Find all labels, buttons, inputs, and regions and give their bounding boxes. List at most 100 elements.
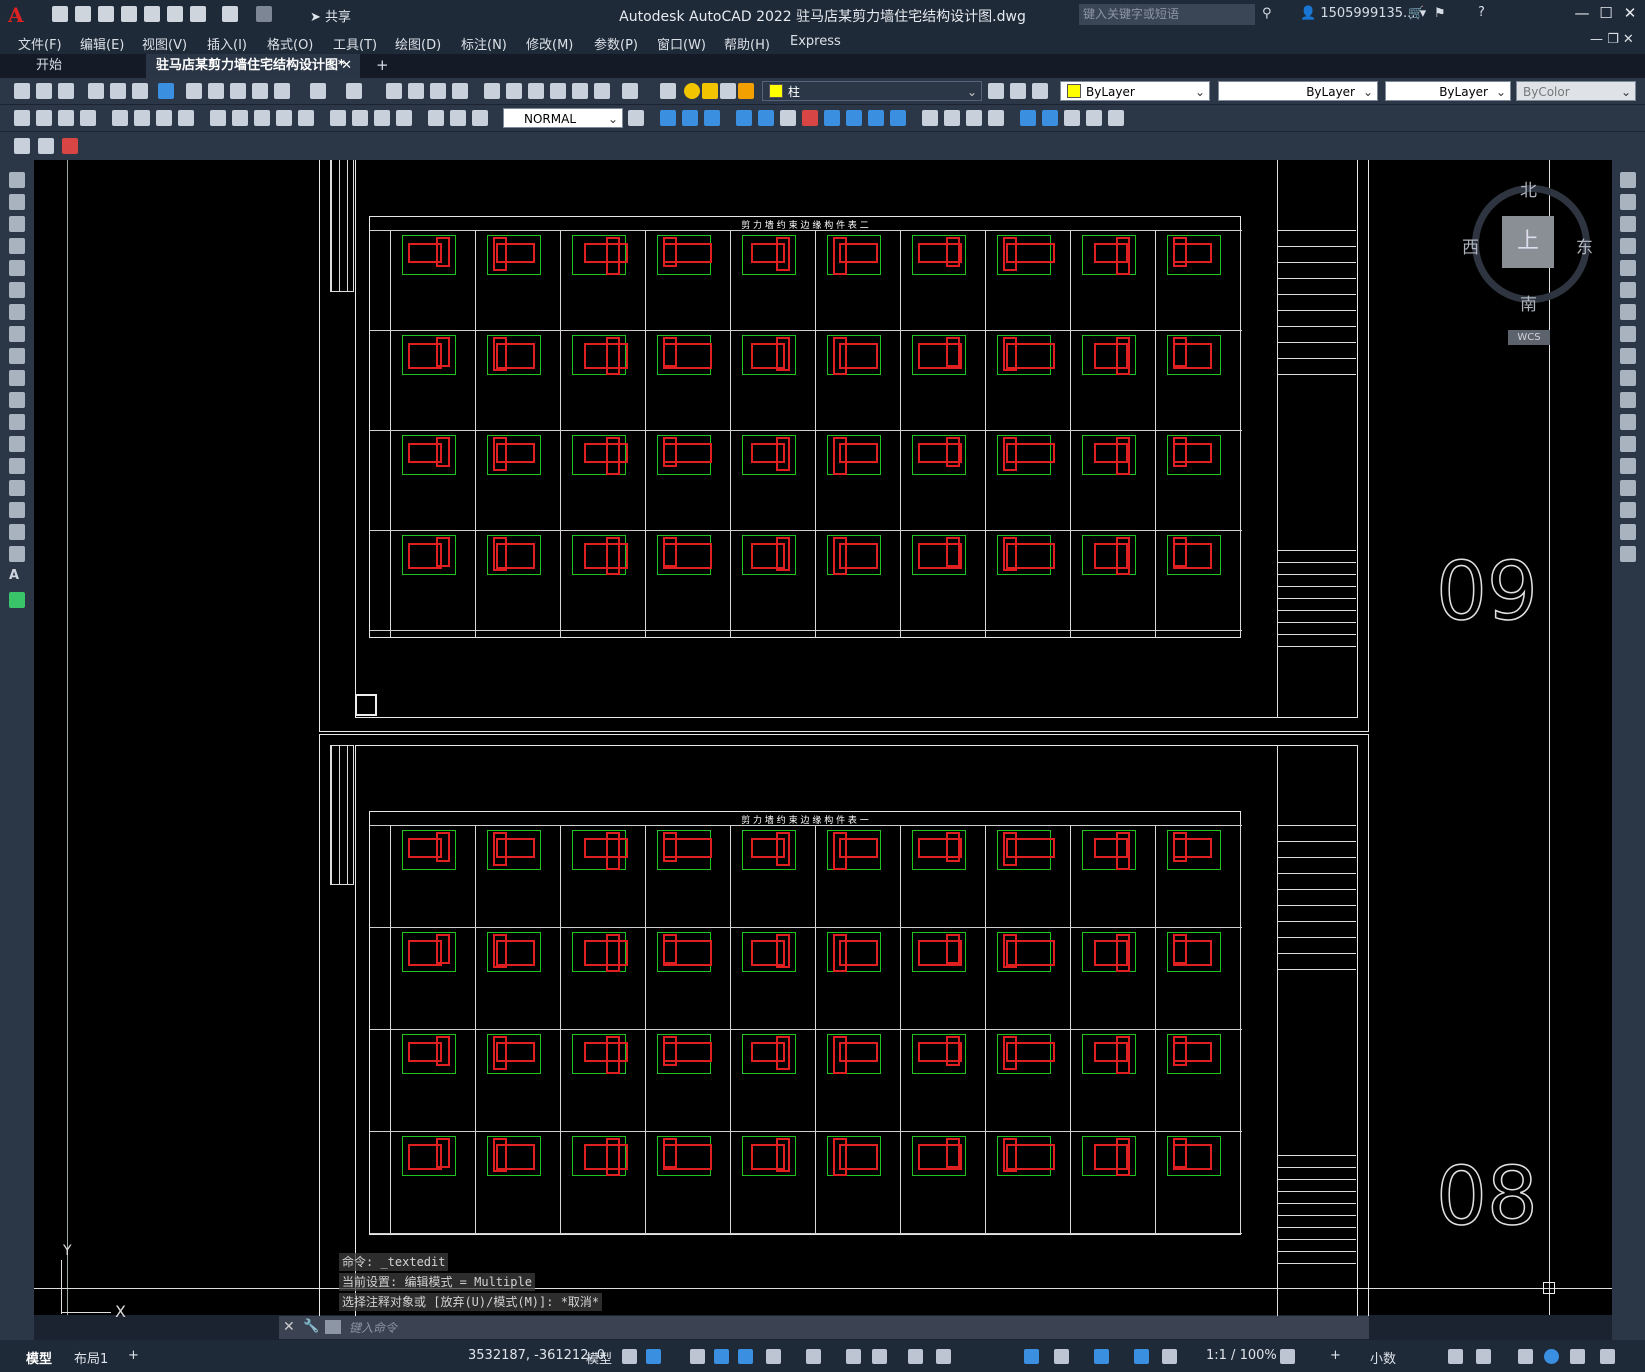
coordinates-readout[interactable]: 3532187, -361212, 0 bbox=[468, 1348, 605, 1363]
delete-faces-icon[interactable] bbox=[802, 110, 818, 126]
transparency-icon[interactable] bbox=[908, 1349, 923, 1364]
layer-on-icon[interactable] bbox=[684, 83, 700, 99]
ellipse-icon[interactable] bbox=[9, 370, 25, 386]
separate-icon[interactable] bbox=[966, 110, 982, 126]
color-combo[interactable]: ByLayer ⌄ bbox=[1060, 81, 1210, 101]
spline-icon[interactable] bbox=[9, 348, 25, 364]
zoom-previous-icon[interactable] bbox=[452, 83, 468, 99]
markup-icon[interactable] bbox=[572, 83, 588, 99]
menu-insert[interactable]: 插入(I) bbox=[207, 34, 247, 53]
explode-icon[interactable] bbox=[1620, 524, 1636, 540]
make-block-icon[interactable] bbox=[9, 436, 25, 452]
arc-icon[interactable] bbox=[9, 282, 25, 298]
quick-properties-panel-icon[interactable] bbox=[1448, 1349, 1463, 1364]
solid-history-icon[interactable] bbox=[1108, 110, 1124, 126]
break-icon[interactable] bbox=[1620, 414, 1636, 430]
layer-lock-icon[interactable] bbox=[738, 83, 754, 99]
help-icon[interactable] bbox=[622, 83, 638, 99]
pan-icon[interactable] bbox=[386, 83, 402, 99]
continue-icon[interactable] bbox=[254, 110, 270, 126]
plotstyle-combo[interactable]: ByColor ⌄ bbox=[1516, 81, 1636, 101]
quick-dimension-icon[interactable] bbox=[210, 110, 226, 126]
chamfer-icon[interactable] bbox=[1620, 458, 1636, 474]
intersect-icon[interactable] bbox=[704, 110, 720, 126]
grid-icon[interactable] bbox=[622, 1349, 637, 1364]
linear-dimension-icon[interactable] bbox=[14, 110, 30, 126]
redo-icon[interactable] bbox=[346, 83, 362, 99]
linetype-combo[interactable]: ByLayer ⌄ bbox=[1218, 81, 1378, 101]
extrude-faces-icon[interactable] bbox=[736, 110, 752, 126]
layer-viewport-icon[interactable] bbox=[720, 83, 736, 99]
union-icon[interactable] bbox=[660, 110, 676, 126]
units-icon[interactable] bbox=[1054, 1349, 1069, 1364]
ellipse-arc-icon[interactable] bbox=[9, 392, 25, 408]
edit-polyline-icon[interactable] bbox=[1620, 546, 1636, 562]
viewcube-top-face[interactable]: 上 bbox=[1502, 216, 1554, 268]
text-style-combo[interactable]: NORMAL ⌄ bbox=[503, 108, 623, 128]
angular-icon[interactable] bbox=[178, 110, 194, 126]
paste-icon[interactable] bbox=[230, 83, 246, 99]
units-readout[interactable]: 小数 bbox=[1370, 1348, 1396, 1367]
minimize-button[interactable]: — bbox=[1570, 4, 1594, 26]
make-current-icon[interactable] bbox=[988, 83, 1004, 99]
add-layout-button[interactable]: + bbox=[128, 1348, 139, 1363]
tool-palettes-icon[interactable] bbox=[528, 83, 544, 99]
trim-icon[interactable] bbox=[1620, 370, 1636, 386]
lineweight-icon[interactable] bbox=[872, 1349, 887, 1364]
properties-icon[interactable] bbox=[484, 83, 500, 99]
tab-layout1[interactable]: 布局1 bbox=[74, 1348, 108, 1367]
check-icon[interactable] bbox=[1020, 110, 1036, 126]
quick-properties-icon[interactable] bbox=[1094, 1349, 1109, 1364]
move-icon[interactable] bbox=[1620, 282, 1636, 298]
isodraft-icon[interactable] bbox=[766, 1349, 781, 1364]
extend-icon[interactable] bbox=[1620, 392, 1636, 408]
inspection-icon[interactable] bbox=[374, 110, 390, 126]
multiline-text-icon[interactable]: A bbox=[9, 568, 25, 584]
clean-screen-icon[interactable] bbox=[1570, 1349, 1585, 1364]
publish-icon[interactable] bbox=[132, 83, 148, 99]
match-properties-icon[interactable] bbox=[252, 83, 268, 99]
snap-icon[interactable] bbox=[646, 1349, 661, 1364]
tab-close-icon[interactable]: ✕ bbox=[341, 54, 352, 78]
plot-icon[interactable] bbox=[88, 83, 104, 99]
menu-draw[interactable]: 绘图(D) bbox=[395, 34, 441, 53]
polygon-icon[interactable] bbox=[9, 238, 25, 254]
annotation-scale[interactable]: 1:1 / 100% bbox=[1206, 1348, 1277, 1363]
mirror-icon[interactable] bbox=[1620, 216, 1636, 232]
isolate-objects-icon[interactable] bbox=[1518, 1349, 1533, 1364]
layer-thaw-icon[interactable] bbox=[702, 83, 718, 99]
copy-icon[interactable] bbox=[208, 83, 224, 99]
zoom-realtime-icon[interactable] bbox=[408, 83, 424, 99]
blend-icon[interactable] bbox=[1620, 502, 1636, 518]
extract-edges-icon[interactable] bbox=[1042, 110, 1058, 126]
rotate-icon[interactable] bbox=[1620, 304, 1636, 320]
color-edges-icon[interactable] bbox=[1086, 110, 1102, 126]
object-snap-icon[interactable] bbox=[846, 1349, 861, 1364]
join-icon[interactable] bbox=[1620, 436, 1636, 452]
layer-combo[interactable]: 柱 ⌄ bbox=[762, 81, 982, 101]
customize-icon[interactable]: 🔧 bbox=[303, 1319, 319, 1334]
menu-view[interactable]: 视图(V) bbox=[142, 34, 187, 53]
close-icon[interactable]: ✕ bbox=[283, 1319, 295, 1335]
layer-properties-icon[interactable] bbox=[660, 83, 676, 99]
insert-block-icon[interactable] bbox=[9, 414, 25, 430]
menu-parametric[interactable]: 参数(P) bbox=[594, 34, 638, 53]
array-icon[interactable] bbox=[1620, 260, 1636, 276]
rectangle-icon[interactable] bbox=[9, 260, 25, 276]
dimension-space-icon[interactable] bbox=[276, 110, 292, 126]
add-icon[interactable]: + bbox=[1330, 1348, 1341, 1363]
attribute-manager-icon[interactable] bbox=[62, 138, 78, 154]
auto-scale-icon[interactable] bbox=[1162, 1349, 1177, 1364]
imprint-icon[interactable] bbox=[922, 110, 938, 126]
menu-file[interactable]: 文件(F) bbox=[18, 34, 62, 53]
menu-dimension[interactable]: 标注(N) bbox=[461, 34, 507, 53]
subtract-icon[interactable] bbox=[682, 110, 698, 126]
tab-start[interactable]: 开始 bbox=[26, 54, 146, 78]
cut-icon[interactable] bbox=[186, 83, 202, 99]
design-center-icon[interactable] bbox=[506, 83, 522, 99]
doc-window-controls[interactable]: — ❐ ✕ bbox=[1590, 32, 1634, 47]
cart-icon[interactable]: 🛒 bbox=[1408, 6, 1424, 21]
workspace-gear-icon[interactable] bbox=[1280, 1349, 1295, 1364]
undo-icon[interactable] bbox=[310, 83, 326, 99]
close-button[interactable]: ✕ bbox=[1618, 4, 1642, 26]
